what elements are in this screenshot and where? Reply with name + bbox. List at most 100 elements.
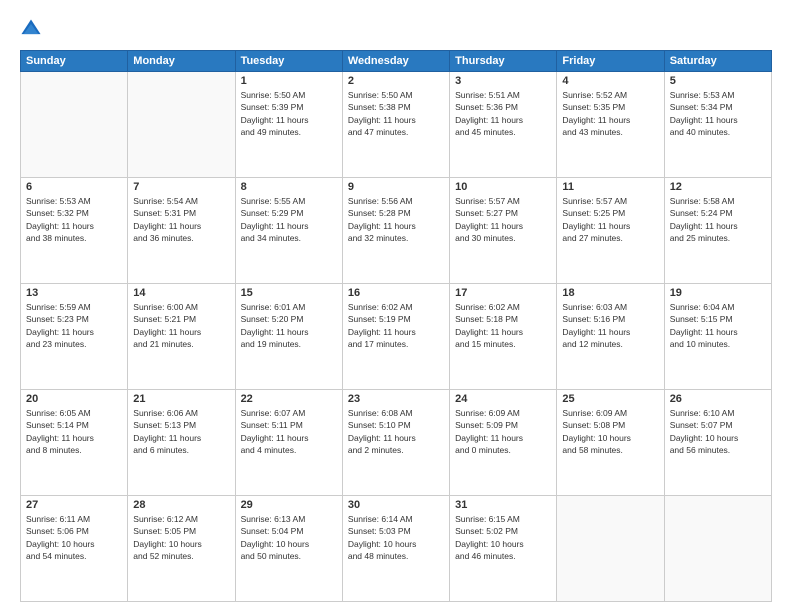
day-number: 30	[348, 499, 444, 511]
day-number: 29	[241, 499, 337, 511]
day-cell: 28 Sunrise: 6:12 AM Sunset: 5:05 PM Dayli…	[128, 496, 235, 602]
day-number: 10	[455, 181, 551, 193]
day-cell: 13 Sunrise: 5:59 AM Sunset: 5:23 PM Dayli…	[21, 284, 128, 390]
day-cell: 14 Sunrise: 6:00 AM Sunset: 5:21 PM Dayli…	[128, 284, 235, 390]
day-cell: 29Sunrise: 6:13 AM Sunset: 5:04 PM Dayli…	[235, 496, 342, 602]
day-number: 7	[133, 181, 229, 193]
weekday-header-thursday: Thursday	[450, 51, 557, 72]
weekday-header-friday: Friday	[557, 51, 664, 72]
day-info: Sunrise: 6:02 AM Sunset: 5:19 PM Dayligh…	[348, 301, 444, 350]
day-info: Sunrise: 5:54 AM Sunset: 5:31 PM Dayligh…	[133, 195, 229, 244]
weekday-header-wednesday: Wednesday	[342, 51, 449, 72]
day-number: 8	[241, 181, 337, 193]
day-info: Sunrise: 6:08 AM Sunset: 5:10 PM Dayligh…	[348, 407, 444, 456]
day-cell: 31Sunrise: 6:15 AM Sunset: 5:02 PM Dayli…	[450, 496, 557, 602]
day-info: Sunrise: 6:09 AM Sunset: 5:09 PM Dayligh…	[455, 407, 551, 456]
day-number: 12	[670, 181, 766, 193]
day-number: 21	[133, 393, 229, 405]
day-info: Sunrise: 6:06 AM Sunset: 5:13 PM Dayligh…	[133, 407, 229, 456]
day-number: 22	[241, 393, 337, 405]
day-cell: 26Sunrise: 6:10 AM Sunset: 5:07 PM Dayli…	[664, 390, 771, 496]
day-cell: 7 Sunrise: 5:54 AM Sunset: 5:31 PM Daylig…	[128, 178, 235, 284]
day-number: 24	[455, 393, 551, 405]
weekday-header-row: SundayMondayTuesdayWednesdayThursdayFrid…	[21, 51, 772, 72]
day-number: 18	[562, 287, 658, 299]
day-cell: 10 Sunrise: 5:57 AM Sunset: 5:27 PM Dayli…	[450, 178, 557, 284]
day-info: Sunrise: 6:15 AM Sunset: 5:02 PM Dayligh…	[455, 513, 551, 562]
day-cell: 23 Sunrise: 6:08 AM Sunset: 5:10 PM Dayli…	[342, 390, 449, 496]
day-cell: 15Sunrise: 6:01 AM Sunset: 5:20 PM Dayli…	[235, 284, 342, 390]
day-cell: 2 Sunrise: 5:50 AM Sunset: 5:38 PM Daylig…	[342, 72, 449, 178]
day-number: 28	[133, 499, 229, 511]
day-cell: 4 Sunrise: 5:52 AM Sunset: 5:35 PM Daylig…	[557, 72, 664, 178]
week-row-2: 13 Sunrise: 5:59 AM Sunset: 5:23 PM Dayli…	[21, 284, 772, 390]
week-row-3: 20Sunrise: 6:05 AM Sunset: 5:14 PM Dayli…	[21, 390, 772, 496]
header	[20, 18, 772, 40]
day-number: 6	[26, 181, 122, 193]
day-number: 13	[26, 287, 122, 299]
day-cell	[557, 496, 664, 602]
day-info: Sunrise: 6:00 AM Sunset: 5:21 PM Dayligh…	[133, 301, 229, 350]
day-cell: 6 Sunrise: 5:53 AM Sunset: 5:32 PM Daylig…	[21, 178, 128, 284]
day-info: Sunrise: 6:11 AM Sunset: 5:06 PM Dayligh…	[26, 513, 122, 562]
day-info: Sunrise: 5:53 AM Sunset: 5:34 PM Dayligh…	[670, 89, 766, 138]
week-row-1: 6 Sunrise: 5:53 AM Sunset: 5:32 PM Daylig…	[21, 178, 772, 284]
day-info: Sunrise: 6:14 AM Sunset: 5:03 PM Dayligh…	[348, 513, 444, 562]
day-cell: 16 Sunrise: 6:02 AM Sunset: 5:19 PM Dayli…	[342, 284, 449, 390]
day-number: 9	[348, 181, 444, 193]
day-number: 27	[26, 499, 122, 511]
day-info: Sunrise: 6:09 AM Sunset: 5:08 PM Dayligh…	[562, 407, 658, 456]
week-row-0: 1 Sunrise: 5:50 AM Sunset: 5:39 PM Daylig…	[21, 72, 772, 178]
day-info: Sunrise: 6:03 AM Sunset: 5:16 PM Dayligh…	[562, 301, 658, 350]
day-number: 25	[562, 393, 658, 405]
day-cell	[21, 72, 128, 178]
day-cell: 30 Sunrise: 6:14 AM Sunset: 5:03 PM Dayli…	[342, 496, 449, 602]
weekday-header-saturday: Saturday	[664, 51, 771, 72]
day-number: 26	[670, 393, 766, 405]
logo-icon	[20, 18, 42, 40]
day-cell: 22 Sunrise: 6:07 AM Sunset: 5:11 PM Dayli…	[235, 390, 342, 496]
day-number: 17	[455, 287, 551, 299]
day-info: Sunrise: 5:52 AM Sunset: 5:35 PM Dayligh…	[562, 89, 658, 138]
day-number: 14	[133, 287, 229, 299]
weekday-header-monday: Monday	[128, 51, 235, 72]
day-cell: 8 Sunrise: 5:55 AM Sunset: 5:29 PM Daylig…	[235, 178, 342, 284]
day-number: 3	[455, 75, 551, 87]
day-info: Sunrise: 5:55 AM Sunset: 5:29 PM Dayligh…	[241, 195, 337, 244]
day-number: 23	[348, 393, 444, 405]
calendar: SundayMondayTuesdayWednesdayThursdayFrid…	[20, 50, 772, 602]
day-cell: 27 Sunrise: 6:11 AM Sunset: 5:06 PM Dayli…	[21, 496, 128, 602]
day-number: 19	[670, 287, 766, 299]
day-info: Sunrise: 5:50 AM Sunset: 5:38 PM Dayligh…	[348, 89, 444, 138]
day-info: Sunrise: 6:07 AM Sunset: 5:11 PM Dayligh…	[241, 407, 337, 456]
day-info: Sunrise: 6:01 AM Sunset: 5:20 PM Dayligh…	[241, 301, 337, 350]
day-info: Sunrise: 5:53 AM Sunset: 5:32 PM Dayligh…	[26, 195, 122, 244]
day-cell: 1 Sunrise: 5:50 AM Sunset: 5:39 PM Daylig…	[235, 72, 342, 178]
day-info: Sunrise: 5:59 AM Sunset: 5:23 PM Dayligh…	[26, 301, 122, 350]
day-cell: 11 Sunrise: 5:57 AM Sunset: 5:25 PM Dayli…	[557, 178, 664, 284]
day-number: 2	[348, 75, 444, 87]
day-cell: 19 Sunrise: 6:04 AM Sunset: 5:15 PM Dayli…	[664, 284, 771, 390]
day-cell: 21 Sunrise: 6:06 AM Sunset: 5:13 PM Dayli…	[128, 390, 235, 496]
day-info: Sunrise: 6:04 AM Sunset: 5:15 PM Dayligh…	[670, 301, 766, 350]
day-info: Sunrise: 5:57 AM Sunset: 5:27 PM Dayligh…	[455, 195, 551, 244]
page: SundayMondayTuesdayWednesdayThursdayFrid…	[0, 0, 792, 612]
day-number: 11	[562, 181, 658, 193]
day-info: Sunrise: 5:51 AM Sunset: 5:36 PM Dayligh…	[455, 89, 551, 138]
day-info: Sunrise: 5:58 AM Sunset: 5:24 PM Dayligh…	[670, 195, 766, 244]
day-cell: 3 Sunrise: 5:51 AM Sunset: 5:36 PM Daylig…	[450, 72, 557, 178]
day-info: Sunrise: 5:50 AM Sunset: 5:39 PM Dayligh…	[241, 89, 337, 138]
day-cell: 24 Sunrise: 6:09 AM Sunset: 5:09 PM Dayli…	[450, 390, 557, 496]
day-number: 4	[562, 75, 658, 87]
day-info: Sunrise: 6:12 AM Sunset: 5:05 PM Dayligh…	[133, 513, 229, 562]
day-info: Sunrise: 6:02 AM Sunset: 5:18 PM Dayligh…	[455, 301, 551, 350]
day-number: 1	[241, 75, 337, 87]
day-info: Sunrise: 5:57 AM Sunset: 5:25 PM Dayligh…	[562, 195, 658, 244]
day-cell: 20Sunrise: 6:05 AM Sunset: 5:14 PM Dayli…	[21, 390, 128, 496]
day-cell	[664, 496, 771, 602]
day-cell: 18 Sunrise: 6:03 AM Sunset: 5:16 PM Dayli…	[557, 284, 664, 390]
day-number: 20	[26, 393, 122, 405]
day-number: 16	[348, 287, 444, 299]
day-cell: 17 Sunrise: 6:02 AM Sunset: 5:18 PM Dayli…	[450, 284, 557, 390]
weekday-header-tuesday: Tuesday	[235, 51, 342, 72]
